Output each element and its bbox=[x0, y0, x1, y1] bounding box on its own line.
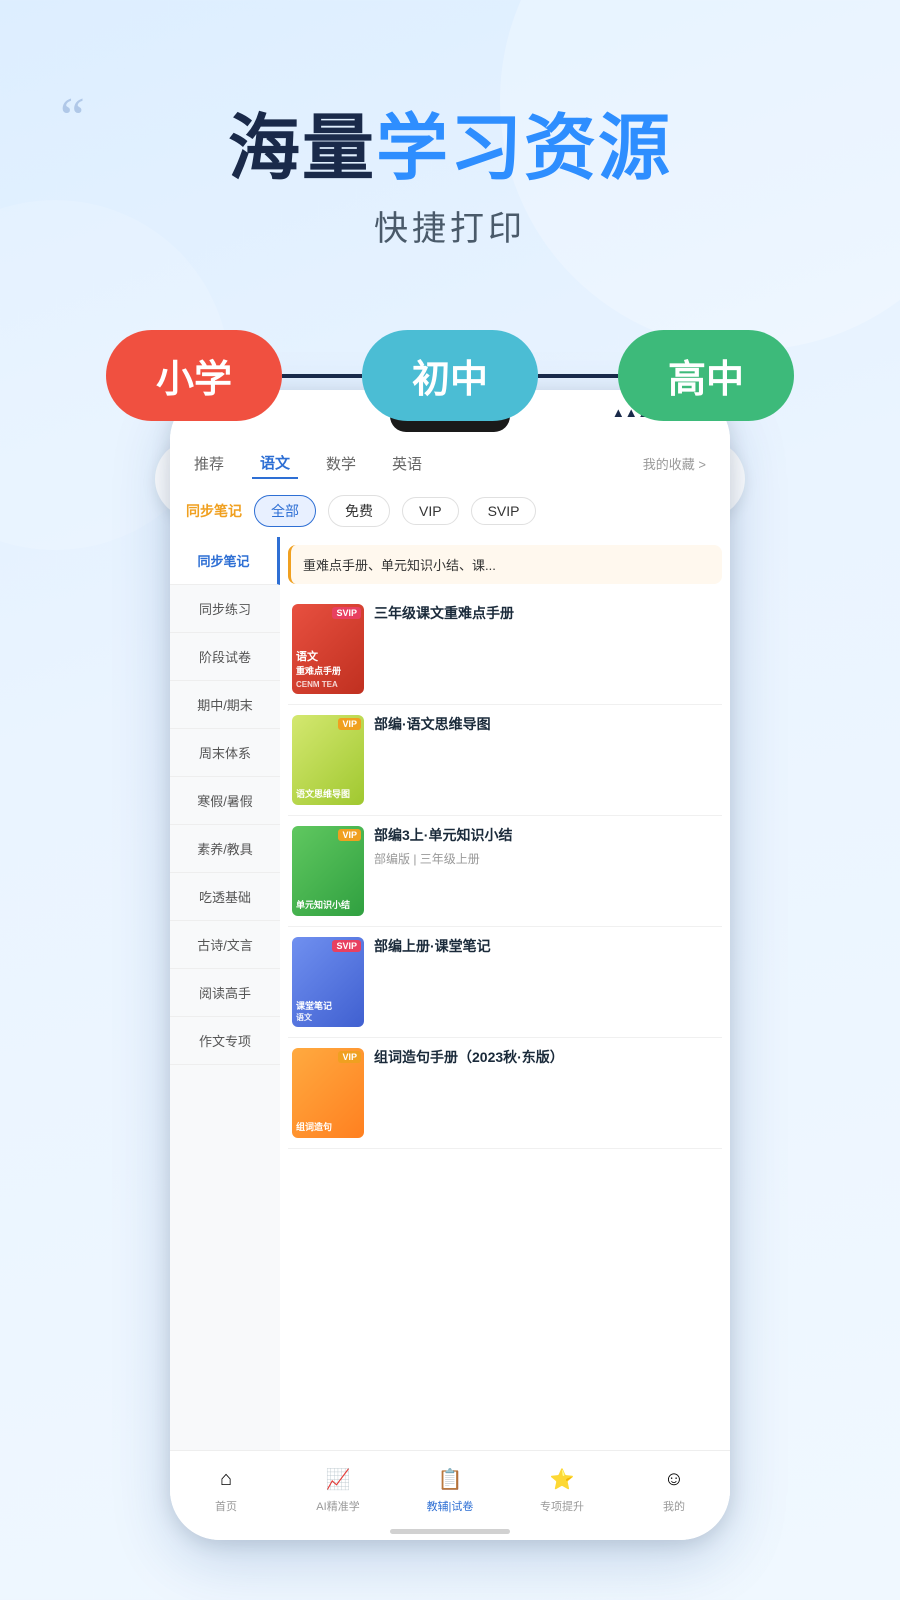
filter-section-label: 同步笔记 bbox=[186, 499, 242, 523]
subject-tabs: 推荐 语文 数学 英语 我的收藏 > bbox=[186, 442, 714, 485]
sidebar-item-10[interactable]: 作文专项 bbox=[170, 1017, 280, 1065]
content-item-1[interactable]: VIP 语文思维导图 部编·语文思维导图 bbox=[288, 705, 722, 816]
thumb-text-3: 课堂笔记 语文 bbox=[296, 1001, 360, 1023]
content-title-3: 部编上册·课堂笔记 bbox=[374, 937, 718, 957]
tab-chinese[interactable]: 语文 bbox=[252, 448, 298, 479]
nav-mine-label: 我的 bbox=[663, 1498, 685, 1514]
category-tertiary-btn[interactable]: 高中 bbox=[618, 330, 794, 421]
thumb-badge-3: SVIP bbox=[332, 940, 361, 952]
mine-icon: ☺ bbox=[660, 1466, 688, 1494]
ai-icon: 📈 bbox=[324, 1466, 352, 1494]
tab-math[interactable]: 数学 bbox=[318, 449, 364, 478]
nav-ai[interactable]: 📈 AI精准学 bbox=[282, 1466, 394, 1514]
sidebar-item-9[interactable]: 阅读高手 bbox=[170, 969, 280, 1017]
category-secondary-btn[interactable]: 初中 bbox=[362, 330, 538, 421]
sidebar-item-2[interactable]: 阶段试卷 bbox=[170, 633, 280, 681]
sidebar-item-5[interactable]: 寒假/暑假 bbox=[170, 777, 280, 825]
phone-bottom-nav: ⌂ 首页 📈 AI精准学 📋 教辅|试卷 ⭐ 专项提升 ☺ 我的 bbox=[170, 1450, 730, 1540]
content-title-0: 三年级课文重难点手册 bbox=[374, 604, 718, 624]
sidebar-item-6[interactable]: 素养/教具 bbox=[170, 825, 280, 873]
content-banner[interactable]: 重难点手册、单元知识小结、课... bbox=[288, 545, 722, 584]
phone-wrapper: 15:48 ▲▲▲ WiFi 🔋 推荐 语文 数学 英语 我的收藏 > 同步笔记… bbox=[170, 390, 730, 1540]
home-indicator bbox=[390, 1529, 510, 1534]
cat-line-2 bbox=[538, 374, 618, 378]
thumb-badge-4: VIP bbox=[338, 1051, 361, 1063]
content-thumb-1: VIP 语文思维导图 bbox=[292, 715, 364, 805]
phone-top-nav: 推荐 语文 数学 英语 我的收藏 > bbox=[170, 434, 730, 485]
sidebar-item-1[interactable]: 同步练习 bbox=[170, 585, 280, 633]
filter-vip[interactable]: VIP bbox=[402, 497, 459, 525]
nav-textbook[interactable]: 📋 教辅|试卷 bbox=[394, 1466, 506, 1514]
sidebar-item-4[interactable]: 周末体系 bbox=[170, 729, 280, 777]
content-thumb-2: VIP 单元知识小结 bbox=[292, 826, 364, 916]
content-info-4: 组词造句手册（2023秋·东版） bbox=[374, 1048, 718, 1072]
hero-title-blue: 学习资源 bbox=[376, 109, 672, 189]
tab-english[interactable]: 英语 bbox=[384, 449, 430, 478]
sidebar-item-3[interactable]: 期中/期末 bbox=[170, 681, 280, 729]
nav-textbook-label: 教辅|试卷 bbox=[427, 1498, 474, 1514]
content-info-0: 三年级课文重难点手册 bbox=[374, 604, 718, 628]
sidebar-item-8[interactable]: 古诗/文言 bbox=[170, 921, 280, 969]
content-thumb-0: SVIP 语文 重难点手册 CENM TEA bbox=[292, 604, 364, 694]
category-primary-btn[interactable]: 小学 bbox=[106, 330, 282, 421]
tab-recommend[interactable]: 推荐 bbox=[186, 449, 232, 478]
content-info-1: 部编·语文思维导图 bbox=[374, 715, 718, 739]
content-item-0[interactable]: SVIP 语文 重难点手册 CENM TEA 三年级课文重难点手册 bbox=[288, 594, 722, 705]
textbook-icon: 📋 bbox=[436, 1466, 464, 1494]
thumb-text-4: 组词造句 bbox=[296, 1122, 360, 1134]
thumb-text-2: 单元知识小结 bbox=[296, 900, 360, 912]
hero-title-black: 海量 bbox=[228, 109, 376, 189]
filter-all[interactable]: 全部 bbox=[254, 495, 316, 527]
content-title-2: 部编3上·单元知识小结 bbox=[374, 826, 718, 846]
improve-icon: ⭐ bbox=[548, 1466, 576, 1494]
thumb-text-1: 语文思维导图 bbox=[296, 789, 360, 801]
thumb-badge-2: VIP bbox=[338, 829, 361, 841]
thumb-badge-1: VIP bbox=[338, 718, 361, 730]
cat-line-1 bbox=[282, 374, 362, 378]
hero-title: 海量学习资源 bbox=[0, 110, 900, 189]
content-item-4[interactable]: VIP 组词造句 组词造句手册（2023秋·东版） bbox=[288, 1038, 722, 1149]
content-thumb-3: SVIP 课堂笔记 语文 bbox=[292, 937, 364, 1027]
sidebar-item-0[interactable]: 同步笔记 bbox=[170, 537, 280, 585]
sidebar: 同步笔记 同步练习 阶段试卷 期中/期末 周末体系 寒假/暑假 素养/教具 吃透… bbox=[170, 537, 280, 1498]
thumb-badge-0: SVIP bbox=[332, 607, 361, 619]
content-item-3[interactable]: SVIP 课堂笔记 语文 部编上册·课堂笔记 bbox=[288, 927, 722, 1038]
category-row: 小学 初中 高中 bbox=[0, 330, 900, 421]
hero-subtitle: 快捷打印 bbox=[0, 201, 900, 250]
phone-content: 同步笔记 同步练习 阶段试卷 期中/期末 周末体系 寒假/暑假 素养/教具 吃透… bbox=[170, 537, 730, 1498]
content-item-2[interactable]: VIP 单元知识小结 部编3上·单元知识小结 部编版 | 三年级上册 bbox=[288, 816, 722, 927]
filter-free[interactable]: 免费 bbox=[328, 495, 390, 527]
filter-svip[interactable]: SVIP bbox=[471, 497, 537, 525]
tab-collect[interactable]: 我的收藏 > bbox=[635, 450, 714, 477]
content-thumb-4: VIP 组词造句 bbox=[292, 1048, 364, 1138]
hero-section: 海量学习资源 快捷打印 bbox=[0, 110, 900, 250]
content-info-2: 部编3上·单元知识小结 部编版 | 三年级上册 bbox=[374, 826, 718, 867]
home-icon: ⌂ bbox=[212, 1466, 240, 1494]
nav-mine[interactable]: ☺ 我的 bbox=[618, 1466, 730, 1514]
nav-home[interactable]: ⌂ 首页 bbox=[170, 1466, 282, 1514]
nav-home-label: 首页 bbox=[215, 1498, 237, 1514]
content-info-3: 部编上册·课堂笔记 bbox=[374, 937, 718, 961]
nav-ai-label: AI精准学 bbox=[316, 1498, 359, 1514]
content-subtitle-2: 部编版 | 三年级上册 bbox=[374, 850, 718, 867]
content-title-1: 部编·语文思维导图 bbox=[374, 715, 718, 735]
main-content-area: 重难点手册、单元知识小结、课... SVIP 语文 重难点手册 CENM TEA… bbox=[280, 537, 730, 1498]
filter-row: 同步笔记 全部 免费 VIP SVIP bbox=[170, 485, 730, 537]
nav-improve-label: 专项提升 bbox=[540, 1498, 584, 1514]
content-title-4: 组词造句手册（2023秋·东版） bbox=[374, 1048, 718, 1068]
sidebar-item-7[interactable]: 吃透基础 bbox=[170, 873, 280, 921]
thumb-text-0: 语文 重难点手册 CENM TEA bbox=[296, 650, 360, 690]
nav-improve[interactable]: ⭐ 专项提升 bbox=[506, 1466, 618, 1514]
phone-frame: 15:48 ▲▲▲ WiFi 🔋 推荐 语文 数学 英语 我的收藏 > 同步笔记… bbox=[170, 390, 730, 1540]
